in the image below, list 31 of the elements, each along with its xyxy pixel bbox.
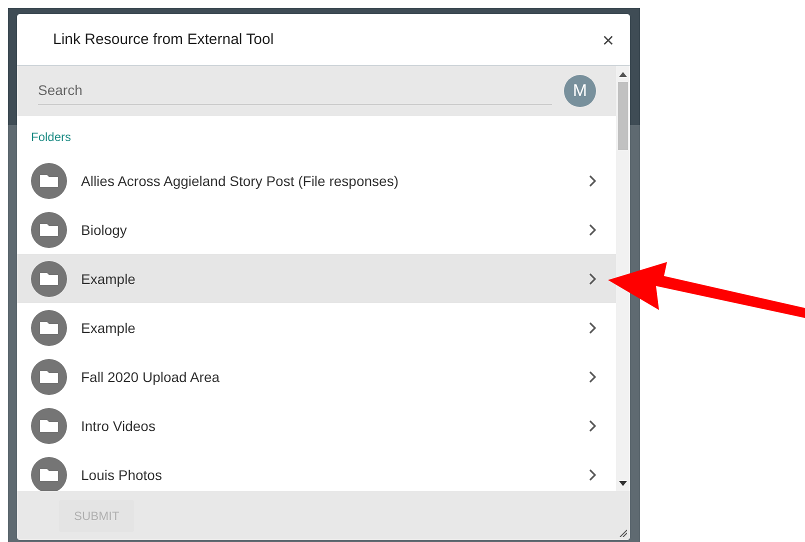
chevron-right-icon [588,272,598,286]
chevron-right-icon [588,174,598,188]
folder-icon [31,408,67,444]
folder-row[interactable]: Example [17,254,616,303]
folder-name: Allies Across Aggieland Story Post (File responses) [81,172,400,188]
dialog-title: Link Resource from External Tool [53,31,275,48]
folder-icon [31,456,67,491]
folder-name: Fall 2020 Upload Area [81,368,221,384]
section-label: Folders [30,129,72,146]
chevron-right-icon [588,468,598,482]
folder-name: Example [81,320,136,336]
folder-name: Louis Photos [81,466,163,482]
folder-icon [31,162,67,198]
scroll-down-icon[interactable] [619,481,627,486]
folder-icon [31,212,67,248]
chevron-right-icon [588,222,598,236]
chevron-right-icon [588,370,598,384]
folder-name: Biology [81,222,128,238]
search-field[interactable]: Search [38,78,552,104]
chevron-right-icon [588,418,598,432]
scrollbar[interactable] [616,66,630,491]
close-button[interactable]: × [602,30,614,53]
scrollbar-thumb[interactable] [618,82,628,150]
folder-name: Intro Videos [81,418,156,434]
resize-grip-icon[interactable] [619,529,627,537]
folder-icon [31,310,67,346]
folder-icon [31,260,67,296]
folder-name: Example [81,270,136,286]
chevron-right-icon [588,320,598,334]
scroll-up-icon[interactable] [619,72,627,77]
folder-icon [31,358,67,394]
